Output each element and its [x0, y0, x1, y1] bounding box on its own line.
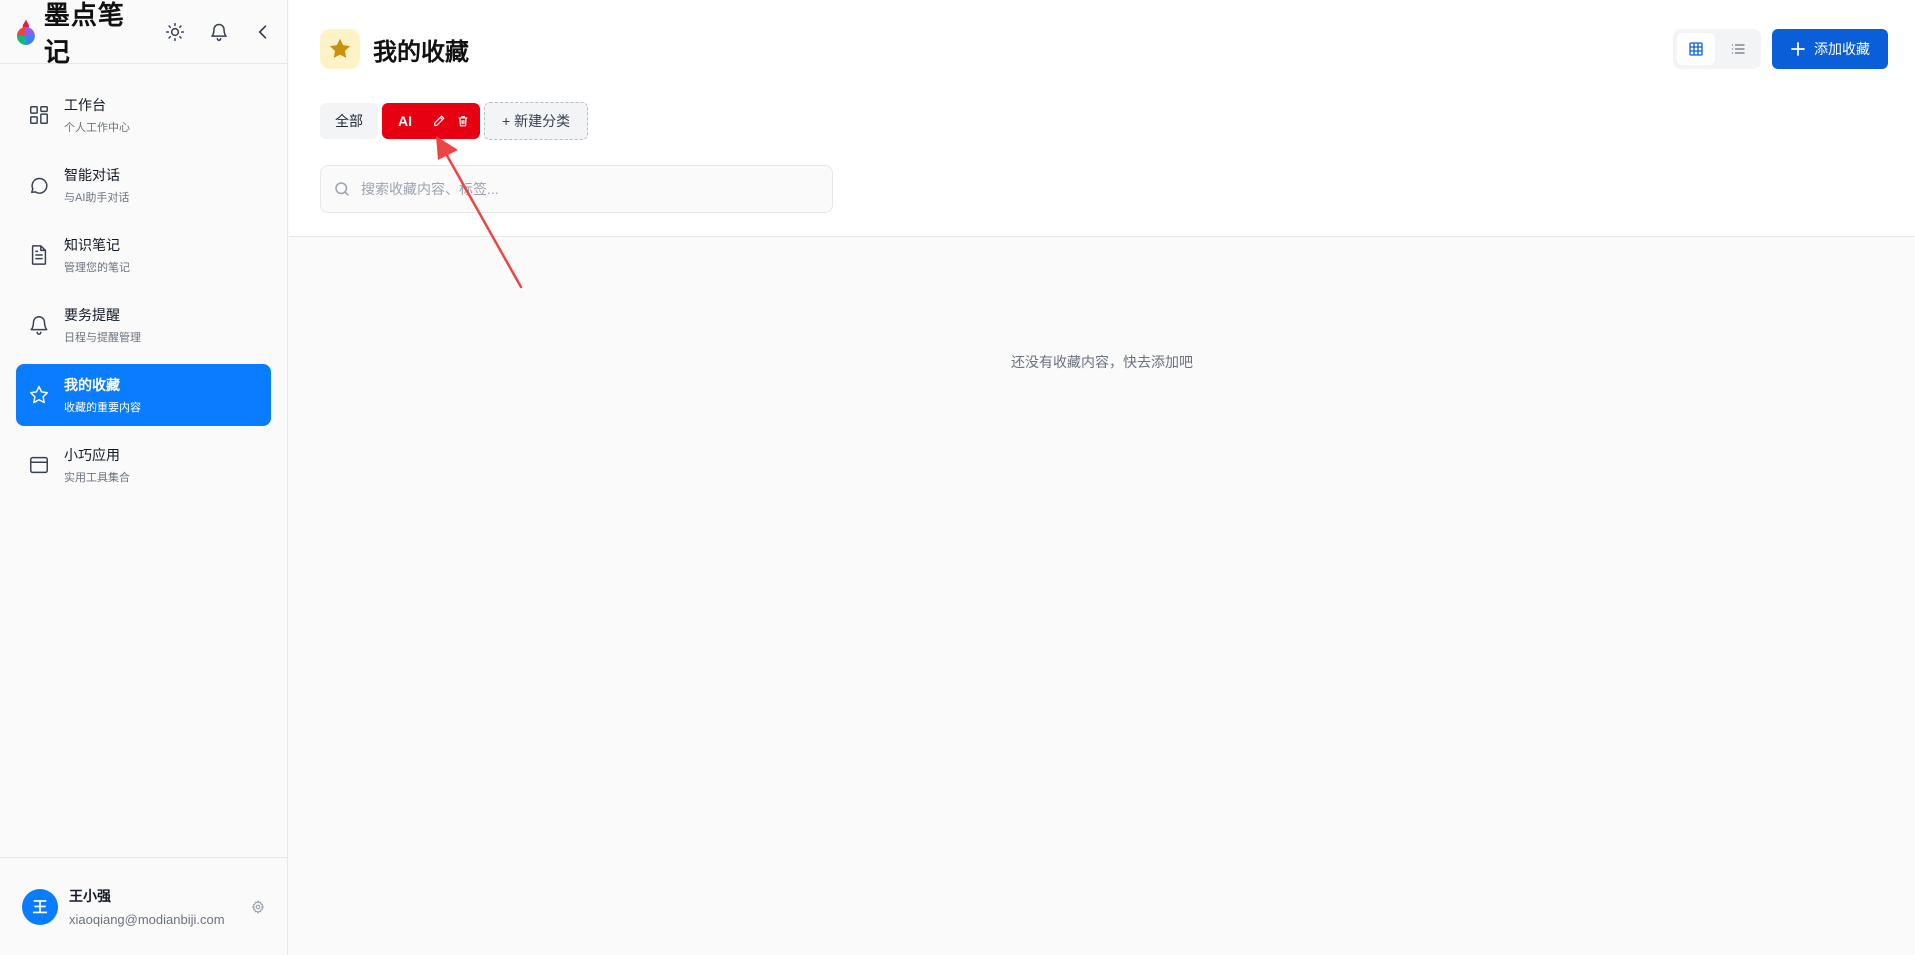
avatar[interactable]: 王: [22, 888, 58, 925]
sidebar-item-subtitle: 日程与提醒管理: [64, 332, 141, 344]
grid-view-button[interactable]: [1677, 33, 1715, 65]
new-category-button[interactable]: + 新建分类: [484, 102, 589, 140]
dashboard-icon: [28, 104, 50, 126]
sidebar-item-apps[interactable]: 小巧应用 实用工具集合: [16, 434, 271, 496]
chat-bubble-icon: [28, 174, 50, 196]
trash-icon[interactable]: [456, 114, 470, 128]
sidebar-item-notes[interactable]: 知识笔记 管理您的笔记: [16, 224, 271, 286]
view-toggle: [1673, 29, 1761, 69]
empty-state-message: 还没有收藏内容，快去添加吧: [1011, 354, 1193, 370]
list-view-button[interactable]: [1719, 33, 1757, 65]
sidebar-item-title: 要务提醒: [64, 307, 120, 323]
bell-icon: [28, 314, 50, 336]
sidebar-item-workbench[interactable]: 工作台 个人工作中心: [16, 84, 271, 146]
sidebar-item-title: 工作台: [64, 97, 106, 113]
search-bar: [320, 165, 833, 213]
document-icon: [28, 244, 50, 266]
title-badge: [320, 29, 360, 69]
sidebar-item-title: 知识笔记: [64, 237, 120, 253]
sidebar-item-subtitle: 个人工作中心: [64, 122, 130, 134]
sidebar-item-chat[interactable]: 智能对话 与AI助手对话: [16, 154, 271, 216]
plus-icon: [1791, 42, 1805, 56]
sidebar-item-subtitle: 实用工具集合: [64, 472, 130, 484]
pencil-icon[interactable]: [432, 114, 446, 128]
add-favorite-button[interactable]: 添加收藏: [1772, 29, 1888, 69]
search-icon: [335, 182, 349, 196]
app-window-icon: [28, 454, 50, 476]
add-favorite-label: 添加收藏: [1814, 41, 1870, 57]
user-name: 王小强: [69, 888, 111, 904]
gear-icon[interactable]: [251, 899, 265, 914]
sidebar-item-subtitle: 与AI助手对话: [64, 192, 130, 204]
favorites-header: 我的收藏 添加收藏 全部 AI + 新建分类 搜索收藏内容、标签...: [289, 0, 1915, 237]
sidebar-item-favorites[interactable]: 我的收藏 收藏的重要内容: [16, 364, 271, 426]
user-email: xiaoqiang@modianbiji.com: [69, 912, 225, 927]
sidebar-item-title: 我的收藏: [64, 377, 120, 393]
sun-icon[interactable]: [165, 22, 185, 42]
brand-name: 墨点笔记: [43, 0, 125, 68]
brand-bar: 墨点笔记: [0, 0, 287, 68]
star-icon: [28, 384, 50, 406]
star-filled-icon: [329, 38, 351, 58]
main-content: 我的收藏 添加收藏 全部 AI + 新建分类 搜索收藏内容、标签... 还没有收…: [289, 0, 1915, 955]
category-tabs: 全部 AI + 新建分类: [320, 102, 589, 140]
user-panel[interactable]: 王 王小强 xiaoqiang@modianbiji.com: [0, 857, 287, 955]
grid-icon: [1689, 42, 1703, 56]
chevron-left-icon[interactable]: [253, 22, 273, 42]
sidebar: 墨点笔记 工作台 个人工作中心 智能对话 与AI助手对话 知识笔记 管理您的笔记…: [0, 0, 288, 955]
page-header: 我的收藏: [320, 29, 469, 69]
sidebar-item-title: 智能对话: [64, 167, 120, 183]
brand-logo-icon: [16, 18, 35, 45]
page-title: 我的收藏: [373, 37, 469, 66]
bell-icon[interactable]: [209, 22, 229, 42]
sidebar-item-reminders[interactable]: 要务提醒 日程与提醒管理: [16, 294, 271, 356]
sidebar-item-title: 小巧应用: [64, 447, 120, 463]
sidebar-item-subtitle: 收藏的重要内容: [64, 402, 141, 414]
sidebar-nav: 工作台 个人工作中心 智能对话 与AI助手对话 知识笔记 管理您的笔记 要务提醒…: [0, 64, 287, 496]
category-label: AI: [398, 113, 412, 129]
sidebar-item-subtitle: 管理您的笔记: [64, 262, 130, 274]
category-tab-ai[interactable]: AI: [382, 103, 480, 139]
category-all-tab[interactable]: 全部: [320, 103, 378, 139]
search-input[interactable]: [360, 181, 820, 197]
list-icon: [1731, 44, 1745, 54]
